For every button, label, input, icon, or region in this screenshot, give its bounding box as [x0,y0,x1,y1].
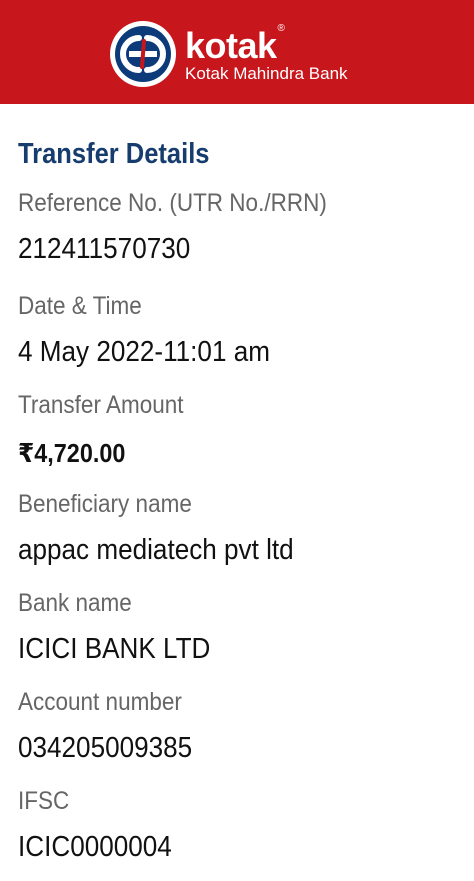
reference-number-field: Reference No. (UTR No./RRN) 212411570730 [18,180,474,279]
account-number-field: Account number 034205009385 [18,675,474,774]
field-value: ICIC0000004 [18,831,172,863]
field-label: Beneficiary name [18,490,192,518]
amount-value: ₹4,720.00 [18,438,126,468]
field-value: 034205009385 [18,732,193,764]
field-label: Date & Time [18,292,142,320]
field-label: Account number [18,688,182,716]
field-value: ICICI BANK LTD [18,633,211,665]
logo-text: kotak® Kotak Mahindra Bank [185,22,348,83]
kotak-logo: kotak® Kotak Mahindra Bank [109,20,348,88]
brand-name: kotak [185,24,277,66]
kotak-logo-icon [110,21,176,87]
bank-name-tagline: Kotak Mahindra Bank [185,63,348,83]
brand-wordmark: kotak® [185,22,348,66]
field-label: Transfer Amount [18,391,184,419]
beneficiary-name-field: Beneficiary name appac mediatech pvt ltd [18,477,474,576]
field-label: Bank name [18,589,132,617]
field-value: appac mediatech pvt ltd [18,534,294,566]
date-time-field: Date & Time 4 May 2022-11:01 am [18,279,474,378]
bank-name-field: Bank name ICICI BANK LTD [18,576,474,675]
field-label: Reference No. (UTR No./RRN) [18,189,327,217]
bank-header: kotak® Kotak Mahindra Bank [0,0,474,104]
field-label: IFSC [18,787,70,815]
ifsc-field: IFSC ICIC0000004 [18,774,474,873]
field-value: 212411570730 [18,233,191,265]
page-title: Transfer Details [18,138,210,170]
transfer-details-card: Transfer Details Reference No. (UTR No./… [0,104,474,873]
transfer-amount-field: Transfer Amount ₹4,720.00 [18,378,474,477]
registered-mark: ® [277,22,285,34]
field-value: 4 May 2022-11:01 am [18,336,270,368]
